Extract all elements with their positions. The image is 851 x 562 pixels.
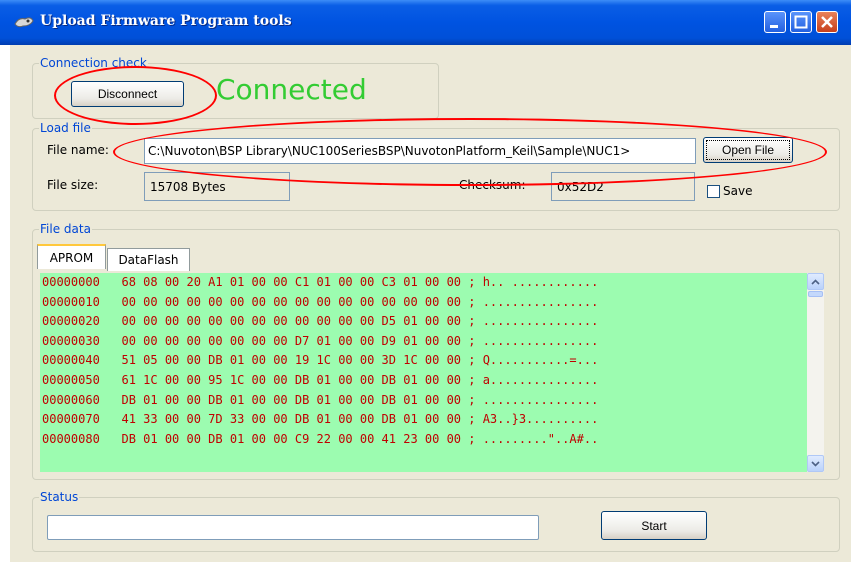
app-icon — [14, 17, 34, 28]
hex-row: 00000060 DB 01 00 00 DB 01 00 00 DB 01 0… — [42, 392, 599, 407]
file-name-field[interactable]: C:\Nuvoton\BSP Library\NUC100SeriesBSP\N… — [144, 138, 696, 164]
connection-status-text: Connected — [216, 73, 367, 106]
hex-row: 00000070 41 33 00 00 7D 33 00 00 DB 01 0… — [42, 412, 599, 427]
hex-row: 00000010 00 00 00 00 00 00 00 00 00 00 0… — [42, 294, 599, 309]
window-title: Upload Firmware Program tools — [40, 13, 292, 29]
scroll-up-button[interactable] — [807, 273, 824, 290]
disconnect-button[interactable]: Disconnect — [71, 81, 184, 107]
title-bar[interactable]: Upload Firmware Program tools — [0, 0, 851, 45]
chevron-down-icon — [811, 460, 820, 467]
minimize-icon — [770, 25, 778, 28]
scroll-thumb[interactable] — [808, 291, 823, 297]
tab-dataflash[interactable]: DataFlash — [107, 248, 190, 271]
status-label: Status — [39, 489, 80, 505]
checksum-field: 0x52D2 — [551, 172, 695, 201]
close-button[interactable] — [816, 11, 838, 33]
vertical-scrollbar[interactable] — [807, 273, 824, 472]
tab-strip: APROM DataFlash — [37, 244, 197, 273]
load-file-label: Load file — [39, 120, 92, 136]
hex-row: 00000040 51 05 00 00 DB 01 00 00 19 1C 0… — [42, 353, 599, 368]
file-size-label: File size: — [47, 178, 99, 192]
save-checkbox[interactable] — [707, 185, 720, 198]
minimize-button[interactable] — [764, 11, 786, 33]
hex-row: 00000000 68 08 00 20 A1 01 00 00 C1 01 0… — [42, 275, 599, 289]
tab-aprom[interactable]: APROM — [37, 244, 106, 269]
save-label: Save — [723, 184, 753, 198]
close-icon — [821, 16, 833, 28]
hex-view[interactable]: 00000000 68 08 00 20 A1 01 00 00 C1 01 0… — [40, 273, 807, 472]
chevron-up-icon — [811, 278, 820, 285]
scroll-down-button[interactable] — [807, 455, 824, 472]
hex-row: 00000050 61 1C 00 00 95 1C 00 00 DB 01 0… — [42, 372, 599, 387]
hex-row: 00000020 00 00 00 00 00 00 00 00 00 00 0… — [42, 314, 599, 329]
hex-row: 00000030 00 00 00 00 00 00 00 00 D7 01 0… — [42, 333, 599, 348]
connection-check-label: Connection check — [39, 55, 148, 71]
hex-row: 00000080 DB 01 00 00 DB 01 00 00 C9 22 0… — [42, 431, 599, 446]
file-name-label: File name: — [47, 143, 109, 157]
app-window: Upload Firmware Program tools Connection… — [0, 0, 851, 562]
file-size-field: 15708 Bytes — [144, 172, 290, 201]
maximize-button[interactable] — [790, 11, 812, 33]
file-data-label: File data — [39, 221, 92, 237]
checksum-label: Checksum: — [459, 178, 526, 192]
open-file-button[interactable]: Open File — [703, 137, 793, 163]
maximize-icon — [794, 15, 808, 29]
progress-bar — [47, 515, 539, 540]
start-button[interactable]: Start — [601, 511, 707, 540]
